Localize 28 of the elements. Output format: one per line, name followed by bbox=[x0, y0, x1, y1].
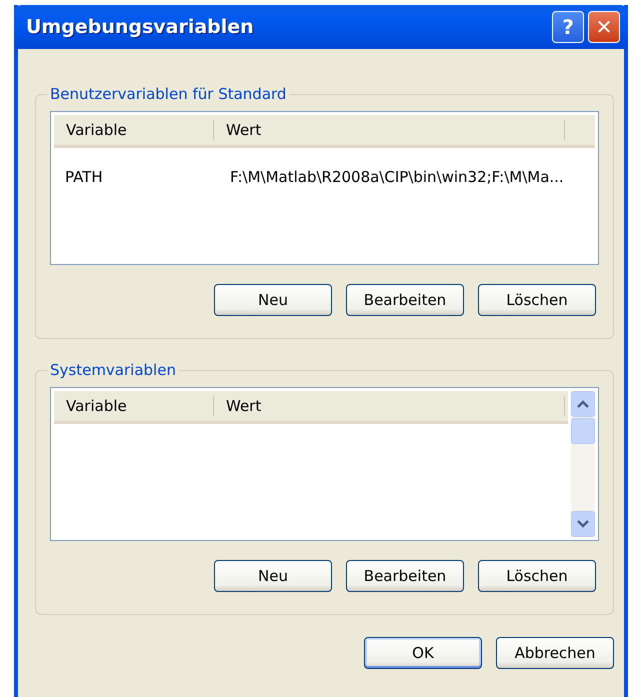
variables-list[interactable]: Variable Wert bbox=[50, 387, 599, 541]
variable-value: F:\M\Matlab\R2008a\CIP\bin\win32;F:\M\Ma... bbox=[230, 168, 564, 186]
column-header[interactable]: Variable bbox=[66, 121, 127, 139]
dialog-button[interactable]: Neu bbox=[214, 284, 332, 316]
column-header[interactable]: Variable bbox=[66, 397, 127, 415]
column-header[interactable]: Wert bbox=[226, 121, 262, 139]
scrollbar[interactable] bbox=[571, 391, 595, 537]
chevron-down-icon bbox=[577, 520, 589, 528]
dialog-button[interactable]: Bearbeiten bbox=[346, 284, 464, 316]
dialog-button[interactable]: Abbrechen bbox=[496, 637, 614, 669]
scroll-thumb[interactable] bbox=[571, 418, 595, 444]
window-title: Umgebungsvariablen bbox=[26, 16, 255, 38]
chevron-up-icon bbox=[577, 400, 589, 408]
dialog-button[interactable]: OK bbox=[364, 637, 482, 669]
scroll-down-button[interactable] bbox=[571, 511, 595, 537]
dialog-button[interactable]: Löschen bbox=[478, 560, 596, 592]
scroll-up-button[interactable] bbox=[571, 391, 595, 417]
group-title: Systemvariablen bbox=[49, 361, 177, 379]
group-title: Benutzervariablen für Standard bbox=[49, 85, 288, 103]
variable-name: PATH bbox=[64, 168, 104, 186]
dialog-button[interactable]: Bearbeiten bbox=[346, 560, 464, 592]
help-button[interactable]: ? bbox=[552, 11, 584, 43]
dialog-button[interactable]: Löschen bbox=[478, 284, 596, 316]
variables-list[interactable]: Variable Wert PATH F:\M\Matlab\R2008a\CIP\bin\win32;F:\M\Ma... bbox=[50, 111, 599, 265]
close-button[interactable]: ✕ bbox=[588, 11, 620, 43]
dialog-button[interactable]: Neu bbox=[214, 560, 332, 592]
list-row[interactable]: PATH F:\M\Matlab\R2008a\CIP\bin\win32;F:\M\Ma... bbox=[51, 160, 598, 194]
column-header[interactable]: Wert bbox=[226, 397, 262, 415]
